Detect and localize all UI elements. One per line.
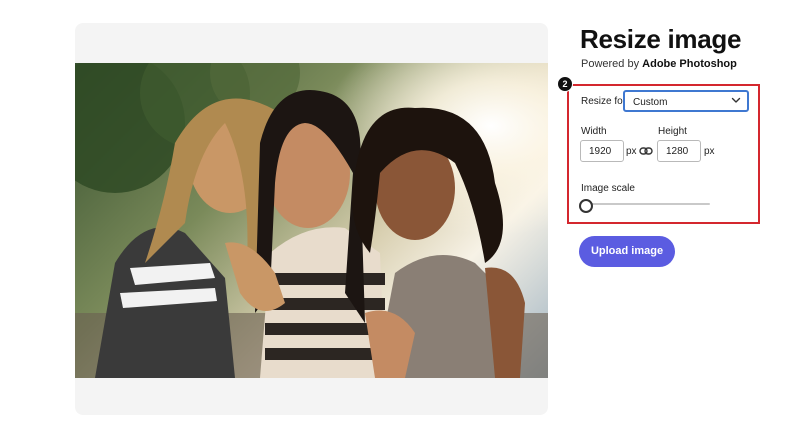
image-scale-slider-thumb[interactable] xyxy=(579,199,593,213)
image-scale-track[interactable] xyxy=(590,203,710,205)
powered-by-text: Powered by Adobe Photoshop xyxy=(581,58,737,70)
resize-for-value: Custom xyxy=(633,97,668,108)
resize-for-select[interactable]: Custom xyxy=(623,90,749,112)
width-unit: px xyxy=(626,146,637,157)
preview-photo xyxy=(75,63,548,378)
height-unit: px xyxy=(704,146,715,157)
resize-for-label: Resize for: xyxy=(581,96,629,107)
page-title: Resize image xyxy=(580,24,742,54)
powered-by-brand: Adobe Photoshop xyxy=(642,58,737,70)
height-label: Height xyxy=(658,126,687,137)
upload-image-button[interactable]: Upload image xyxy=(579,236,675,267)
step-badge: 2 xyxy=(557,76,573,92)
width-label: Width xyxy=(581,126,607,137)
image-preview-panel xyxy=(75,23,548,415)
width-input[interactable]: 1920 xyxy=(580,140,624,162)
height-input[interactable]: 1280 xyxy=(657,140,701,162)
link-icon[interactable] xyxy=(639,145,653,157)
image-scale-label: Image scale xyxy=(581,183,635,194)
powered-by-prefix: Powered by xyxy=(581,58,640,70)
photo-illustration xyxy=(75,63,548,378)
chevron-down-icon xyxy=(731,97,741,103)
